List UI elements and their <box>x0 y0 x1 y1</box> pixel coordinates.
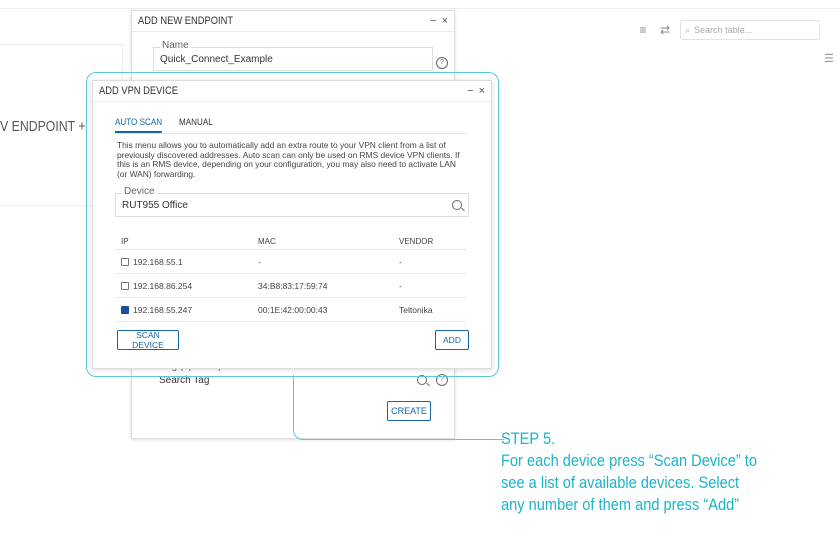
name-value: Quick_Connect_Example <box>160 54 273 65</box>
search-icon[interactable] <box>452 200 462 210</box>
row-ip: 192.168.55.247 <box>133 304 193 315</box>
step-line: any number of them and press “Add” <box>501 495 740 514</box>
table-row[interactable]: 192.168.86.254 34:B8:83:17:59:74 - <box>115 274 467 298</box>
scan-tabs: AUTO SCAN MANUAL <box>115 117 217 133</box>
top-divider <box>0 0 840 9</box>
table-header: IP MAC VENDOR <box>115 233 467 250</box>
column-header-ip: IP <box>121 236 129 246</box>
step-line: see a list of available devices. Select <box>501 473 740 492</box>
column-header-vendor: VENDOR <box>399 236 434 246</box>
auto-scan-description: This menu allows you to automatically ad… <box>117 140 460 179</box>
table-row[interactable]: 192.168.55.247 00:1E:42:00:00:43 Teltoni… <box>115 298 467 322</box>
menu-icon[interactable]: ≡ <box>636 23 650 37</box>
vpn-dialog-title: ADD VPN DEVICE <box>99 85 178 97</box>
endpoint-dialog-title: ADD NEW ENDPOINT <box>138 15 234 27</box>
add-vpn-device-dialog: ADD VPN DEVICE − × AUTO SCAN MANUAL This… <box>92 80 492 369</box>
add-button[interactable]: ADD <box>435 330 469 350</box>
row-mac: 34:B8:83:17:59:74 <box>258 280 328 291</box>
row-ip: 192.168.55.1 <box>133 256 183 267</box>
list-icon[interactable]: ☰ <box>824 52 834 65</box>
name-field[interactable]: Name Quick_Connect_Example <box>153 40 433 71</box>
row-checkbox[interactable] <box>121 281 129 290</box>
close-icon[interactable]: × <box>479 85 485 97</box>
devices-table: IP MAC VENDOR 192.168.55.1 - - 192.168.8… <box>115 233 467 322</box>
table-search-input[interactable]: ⌕ Search table... <box>680 20 820 40</box>
step-heading: STEP 5. <box>501 429 556 448</box>
name-label: Name <box>160 40 191 51</box>
tabs-divider <box>115 133 467 134</box>
row-ip: 192.168.86.254 <box>133 280 193 291</box>
scan-device-button[interactable]: SCAN DEVICE <box>117 330 179 350</box>
sync-icon[interactable]: ⇄ <box>658 23 672 37</box>
minimize-icon[interactable]: − <box>430 15 436 27</box>
table-toolbar: ≡ ⇄ ⌕ Search table... <box>636 20 820 40</box>
column-header-mac: MAC <box>258 236 276 246</box>
row-vendor: - <box>399 280 402 291</box>
tab-manual[interactable]: MANUAL <box>179 117 213 133</box>
device-select[interactable]: Device RUT955 Office <box>115 186 469 217</box>
device-label: Device <box>122 186 157 197</box>
search-icon: ⌕ <box>685 24 691 35</box>
row-mac: 00:1E:42:00:00:43 <box>258 304 328 315</box>
device-value: RUT955 Office <box>122 200 188 211</box>
step-annotation: STEP 5. For each device press “Scan Devi… <box>501 428 840 516</box>
table-row[interactable]: 192.168.55.1 - - <box>115 250 467 274</box>
row-checkbox-checked[interactable] <box>121 305 129 314</box>
row-checkbox[interactable] <box>121 257 129 266</box>
close-icon[interactable]: × <box>442 15 448 27</box>
background-page-title: V ENDPOINT + <box>0 118 86 135</box>
tab-auto-scan[interactable]: AUTO SCAN <box>115 117 163 133</box>
step-line: For each device press “Scan Device” to <box>501 451 757 470</box>
help-icon[interactable]: ? <box>436 57 448 69</box>
table-search-placeholder: Search table... <box>694 25 753 35</box>
highlight-connector <box>293 375 504 440</box>
row-mac: - <box>258 256 261 267</box>
row-vendor: - <box>399 256 402 267</box>
vpn-dialog-header: ADD VPN DEVICE − × <box>93 81 491 102</box>
endpoint-dialog-header: ADD NEW ENDPOINT − × <box>132 11 454 32</box>
minimize-icon[interactable]: − <box>467 85 473 97</box>
row-vendor: Teltonika <box>399 304 433 315</box>
